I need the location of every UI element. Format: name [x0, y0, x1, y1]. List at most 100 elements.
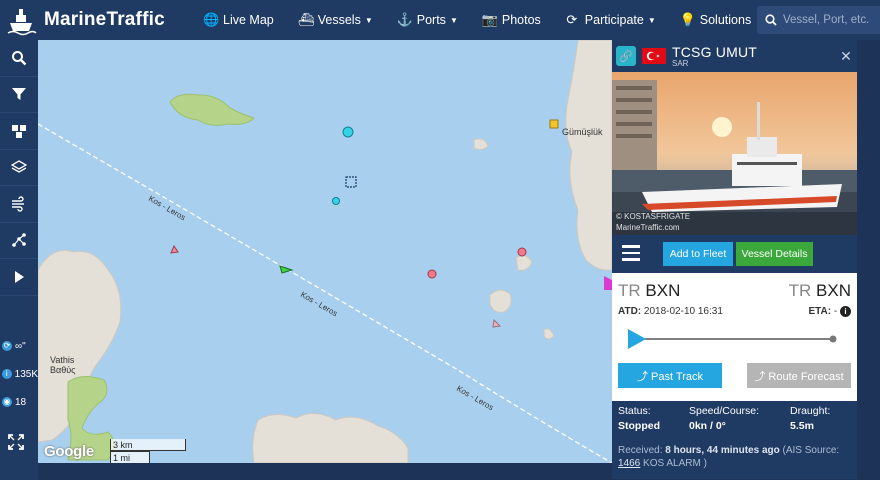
atd-label: ATD: — [618, 306, 642, 317]
tool-fleets[interactable] — [0, 113, 38, 150]
search-icon — [12, 50, 27, 66]
fullscreen-icon[interactable] — [8, 434, 24, 455]
wind-icon — [12, 196, 24, 212]
shipping-lane — [38, 123, 612, 463]
route-forecast-button[interactable]: ⤴ Route Forecast — [747, 363, 851, 388]
track-icon: ⤴ — [636, 370, 648, 383]
tool-search[interactable] — [0, 40, 38, 77]
add-to-fleet-button[interactable]: Add to Fleet — [663, 242, 733, 266]
nav-participate-label: Participate — [584, 13, 644, 27]
brand-name: MarineTraffic — [44, 9, 165, 30]
tool-measure[interactable] — [0, 223, 38, 259]
search-box[interactable] — [757, 6, 880, 34]
received-info: Received: 8 hours, 44 minutes ago (AIS S… — [612, 439, 857, 479]
stat-photos-value: 18 — [15, 396, 27, 408]
draught-cell: Draught: 5.5m — [790, 405, 830, 432]
main-nav: 🌐 Live Map ⛴ Vessels ▼ ⚓ Ports ▼ 📷 Photo… — [203, 0, 775, 40]
nav-live-map[interactable]: 🌐 Live Map — [203, 12, 274, 28]
lane-label-3: Kos - Leros — [455, 384, 495, 412]
map-stats: ⟳ ∞" i 135K ◉ 18 — [0, 332, 38, 416]
islet-1 — [489, 289, 512, 313]
map-toolbar: ⟳ ∞" i 135K ◉ 18 — [0, 40, 38, 480]
vessel-header: 🔗 TCSG UMUT SAR ✕ — [612, 40, 857, 72]
vessel-marker-cyan-small — [332, 197, 340, 205]
stat-infinity[interactable]: ⟳ ∞" — [0, 332, 38, 360]
caret-down-icon: ▼ — [449, 15, 458, 25]
stat-infinity-value: ∞" — [15, 340, 26, 352]
progress-end-dot — [829, 335, 837, 343]
info-circle-icon[interactable]: i — [840, 306, 851, 317]
selected-vessel-box — [345, 176, 357, 188]
map-attribution: Google — [44, 443, 94, 460]
draught-label: Draught: — [790, 405, 831, 417]
tool-filter[interactable] — [0, 77, 38, 113]
search-input[interactable] — [783, 14, 878, 26]
received-prefix: Received: — [618, 445, 663, 456]
nav-participate[interactable]: ⟳ Participate ▼ — [565, 12, 655, 28]
route-forecast-label: Route Forecast — [768, 370, 844, 383]
received-time: 8 hours, 44 minutes ago — [665, 445, 780, 456]
top-navbar: MarineTraffic 🌐 Live Map ⛴ Vessels ▼ ⚓ P… — [0, 0, 880, 40]
close-icon[interactable]: ✕ — [835, 40, 857, 72]
islet-4 — [543, 328, 555, 340]
fleet-icon — [12, 124, 26, 138]
turkey-flag-icon — [642, 48, 666, 64]
destination-port[interactable]: TR BXN — [789, 281, 851, 301]
scale-km: 3 km — [110, 439, 186, 451]
right-edge — [857, 40, 880, 480]
tool-weather[interactable] — [0, 186, 38, 223]
link-icon[interactable]: 🔗 — [616, 46, 636, 66]
tool-layers[interactable] — [0, 150, 38, 186]
departure-port[interactable]: TR BXN — [618, 281, 680, 301]
nav-live-map-label: Live Map — [223, 13, 274, 27]
voyage-progress — [628, 329, 837, 349]
nav-photos[interactable]: 📷 Photos — [482, 12, 541, 28]
camera-icon: ◉ — [2, 397, 12, 407]
islet-3 — [473, 138, 489, 151]
source-prefix: (AIS Source: — [782, 445, 840, 456]
photo-credit: © KOSTASFRIGATE MarineTraffic.com — [616, 211, 690, 233]
info-icon: i — [2, 369, 12, 379]
camera-icon: 📷 — [481, 12, 499, 27]
vessel-details-button[interactable]: Vessel Details — [736, 242, 813, 266]
nav-vessels-label: Vessels — [317, 13, 361, 27]
poi-marker — [549, 119, 559, 129]
network-icon — [12, 233, 26, 248]
status-cell: Status: Stopped — [618, 405, 660, 432]
vessel-status-bar: Status: Stopped Speed/Course: 0kn / 0° D… — [612, 401, 857, 439]
stat-vessels: i 135K — [0, 360, 38, 388]
vessel-marker-tanker — [170, 244, 179, 254]
departure-code: BXN — [645, 281, 681, 300]
islet-2 — [515, 255, 533, 271]
nav-photos-label: Photos — [501, 13, 541, 27]
atd: ATD: 2018-02-10 16:31 — [618, 306, 723, 317]
vessel-marker-magenta — [604, 276, 612, 290]
map-canvas[interactable]: Kos - Leros Kos - Leros Kos - Leros Gümü… — [38, 40, 612, 463]
nav-solutions-label: Solutions — [699, 13, 752, 27]
brand-logo[interactable]: MarineTraffic — [4, 3, 165, 37]
vessel-photo[interactable]: © KOSTASFRIGATE MarineTraffic.com — [612, 72, 857, 235]
hamburger-menu-icon[interactable] — [622, 245, 640, 265]
vessel-name: TCSG UMUT — [672, 44, 758, 60]
nav-vessels[interactable]: ⛴ Vessels ▼ — [298, 12, 373, 28]
vessel-marker-grey — [492, 318, 502, 328]
layers-icon — [11, 160, 27, 173]
lane-label-1: Kos - Leros — [147, 194, 187, 222]
speed-cell: Speed/Course: 0kn / 0° — [689, 405, 759, 432]
eta: ETA: - i — [809, 306, 851, 317]
vessel-marker-pink-2 — [517, 247, 527, 257]
past-track-button[interactable]: ⤴ Past Track — [618, 363, 722, 388]
tool-play[interactable] — [0, 259, 38, 296]
vessel-marker-cyan — [342, 126, 354, 138]
lane-label-2: Kos - Leros — [299, 290, 339, 318]
past-track-label: Past Track — [651, 370, 704, 383]
departure-country: TR — [618, 281, 641, 300]
play-icon — [15, 270, 24, 283]
nav-solutions[interactable]: 💡 Solutions — [680, 12, 751, 28]
source-id-link[interactable]: 1466 — [618, 458, 640, 469]
nav-ports[interactable]: ⚓ Ports ▼ — [397, 12, 458, 28]
nav-ports-label: Ports — [416, 13, 446, 27]
lightbulb-icon: 💡 — [679, 12, 696, 27]
destination-code: BXN — [816, 281, 851, 300]
vessel-actions: Add to Fleet Vessel Details — [612, 235, 857, 273]
